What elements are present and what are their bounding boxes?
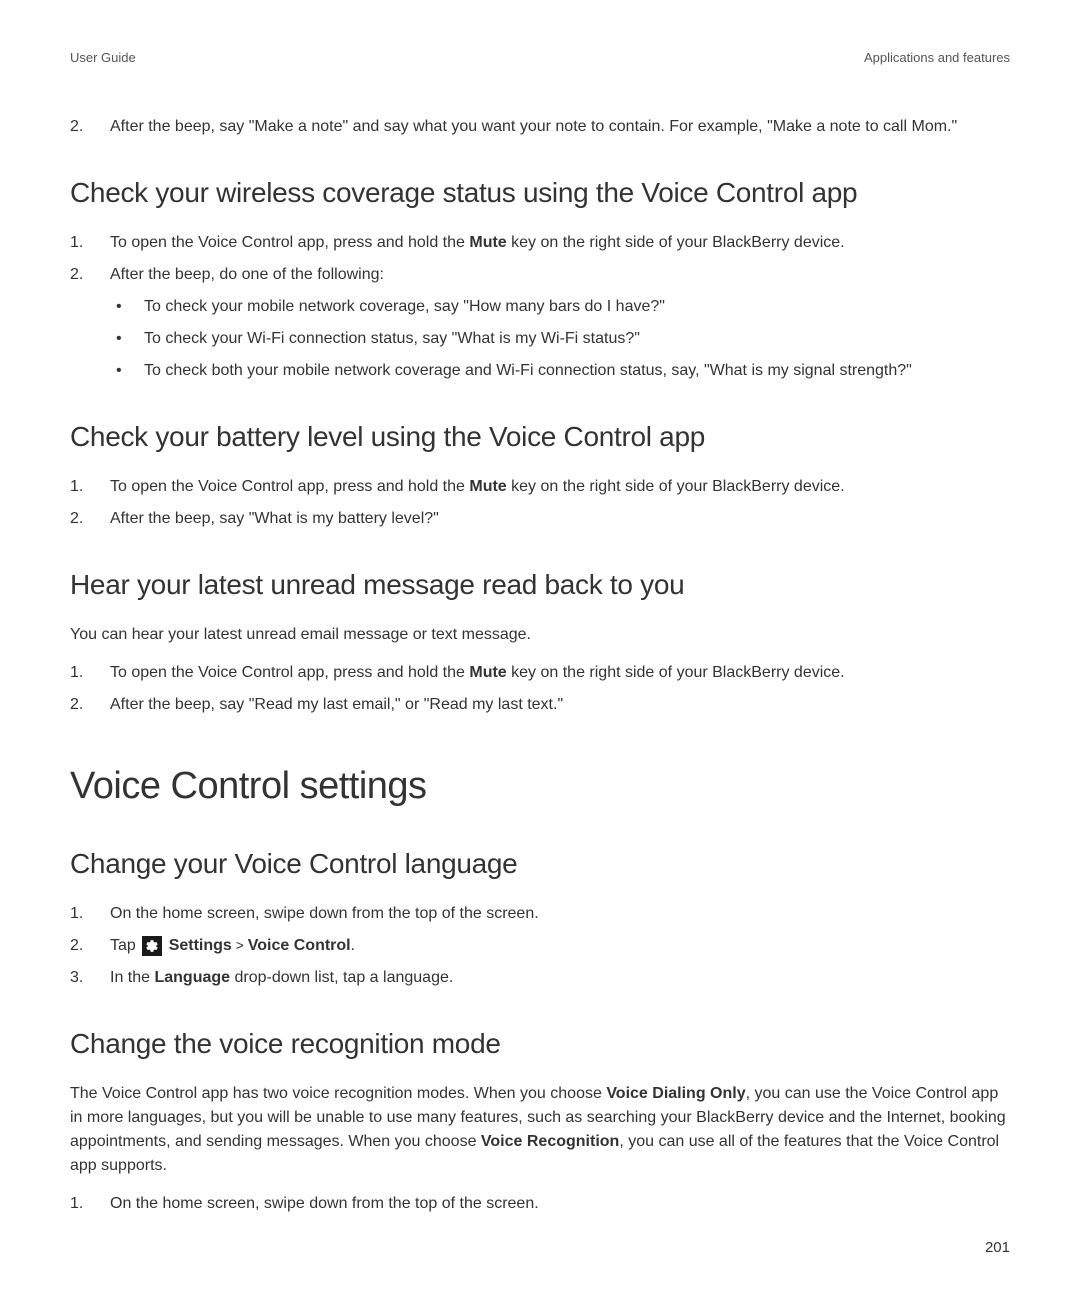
bold-mute: Mute bbox=[469, 234, 506, 251]
section5-steps: 1. On the home screen, swipe down from t… bbox=[70, 1192, 1010, 1216]
bullet-text: To check your mobile network coverage, s… bbox=[144, 295, 665, 319]
bullet-text: To check both your mobile network covera… bbox=[144, 359, 912, 383]
list-item: 1. On the home screen, swipe down from t… bbox=[70, 1192, 1010, 1216]
list-item: 1. To open the Voice Control app, press … bbox=[70, 475, 1010, 499]
section3-intro: You can hear your latest unread email me… bbox=[70, 623, 1010, 647]
list-item: 2. Tap Settings > Voice Control. bbox=[70, 934, 1010, 958]
section-heading-wireless: Check your wireless coverage status usin… bbox=[70, 177, 1010, 209]
list-item: 3. In the Language drop-down list, tap a… bbox=[70, 966, 1010, 990]
bold-mute: Mute bbox=[469, 478, 506, 495]
list-item: 1. On the home screen, swipe down from t… bbox=[70, 902, 1010, 926]
item-text: Tap Settings > Voice Control. bbox=[110, 934, 1010, 958]
item-number: 1. bbox=[70, 231, 110, 255]
bullet-item: • To check both your mobile network cove… bbox=[110, 359, 1010, 383]
intro-step-list: 2. After the beep, say "Make a note" and… bbox=[70, 115, 1010, 139]
list-item: 2. After the beep, say "Read my last ema… bbox=[70, 693, 1010, 717]
list-item: 1. To open the Voice Control app, press … bbox=[70, 231, 1010, 255]
header-left: User Guide bbox=[70, 50, 136, 65]
bold-mute: Mute bbox=[469, 664, 506, 681]
item-number: 2. bbox=[70, 263, 110, 287]
page-header: User Guide Applications and features bbox=[70, 50, 1010, 65]
main-heading: Voice Control settings bbox=[70, 765, 1010, 808]
bullet-marker: • bbox=[110, 295, 144, 319]
list-item: 1. To open the Voice Control app, press … bbox=[70, 661, 1010, 685]
header-right: Applications and features bbox=[864, 50, 1010, 65]
item-text: After the beep, do one of the following: bbox=[110, 263, 1010, 287]
section1-bullets: • To check your mobile network coverage,… bbox=[110, 295, 1010, 383]
bold-language: Language bbox=[154, 969, 230, 986]
bold-settings: Settings bbox=[169, 937, 232, 954]
list-item: 2. After the beep, do one of the followi… bbox=[70, 263, 1010, 287]
section2-steps: 1. To open the Voice Control app, press … bbox=[70, 475, 1010, 531]
bullet-item: • To check your Wi-Fi connection status,… bbox=[110, 327, 1010, 351]
list-item: 2. After the beep, say "What is my batte… bbox=[70, 507, 1010, 531]
section4-steps: 1. On the home screen, swipe down from t… bbox=[70, 902, 1010, 990]
item-number: 2. bbox=[70, 507, 110, 531]
item-text: On the home screen, swipe down from the … bbox=[110, 1192, 1010, 1216]
item-text: After the beep, say "Read my last email,… bbox=[110, 693, 1010, 717]
bullet-marker: • bbox=[110, 327, 144, 351]
section3-steps: 1. To open the Voice Control app, press … bbox=[70, 661, 1010, 717]
item-number: 3. bbox=[70, 966, 110, 990]
bullet-marker: • bbox=[110, 359, 144, 383]
bullet-item: • To check your mobile network coverage,… bbox=[110, 295, 1010, 319]
page-number: 201 bbox=[985, 1239, 1010, 1256]
item-text: After the beep, say "Make a note" and sa… bbox=[110, 115, 1010, 139]
bold-voice-dialing: Voice Dialing Only bbox=[606, 1085, 745, 1102]
item-number: 2. bbox=[70, 693, 110, 717]
item-text: On the home screen, swipe down from the … bbox=[110, 902, 1010, 926]
item-text: To open the Voice Control app, press and… bbox=[110, 475, 1010, 499]
item-number: 2. bbox=[70, 934, 110, 958]
item-number: 1. bbox=[70, 902, 110, 926]
gear-icon bbox=[142, 936, 162, 956]
item-text: To open the Voice Control app, press and… bbox=[110, 661, 1010, 685]
section-heading-language: Change your Voice Control language bbox=[70, 848, 1010, 880]
section1-steps: 1. To open the Voice Control app, press … bbox=[70, 231, 1010, 287]
list-item: 2. After the beep, say "Make a note" and… bbox=[70, 115, 1010, 139]
item-number: 2. bbox=[70, 115, 110, 139]
item-number: 1. bbox=[70, 475, 110, 499]
bold-voice-control: Voice Control bbox=[248, 937, 351, 954]
section-heading-battery: Check your battery level using the Voice… bbox=[70, 421, 1010, 453]
bullet-text: To check your Wi-Fi connection status, s… bbox=[144, 327, 640, 351]
section-heading-unread: Hear your latest unread message read bac… bbox=[70, 569, 1010, 601]
item-number: 1. bbox=[70, 1192, 110, 1216]
bold-voice-recognition: Voice Recognition bbox=[481, 1133, 619, 1150]
section-heading-recognition: Change the voice recognition mode bbox=[70, 1028, 1010, 1060]
item-number: 1. bbox=[70, 661, 110, 685]
item-text: In the Language drop-down list, tap a la… bbox=[110, 966, 1010, 990]
section5-intro: The Voice Control app has two voice reco… bbox=[70, 1082, 1010, 1178]
item-text: After the beep, say "What is my battery … bbox=[110, 507, 1010, 531]
item-text: To open the Voice Control app, press and… bbox=[110, 231, 1010, 255]
